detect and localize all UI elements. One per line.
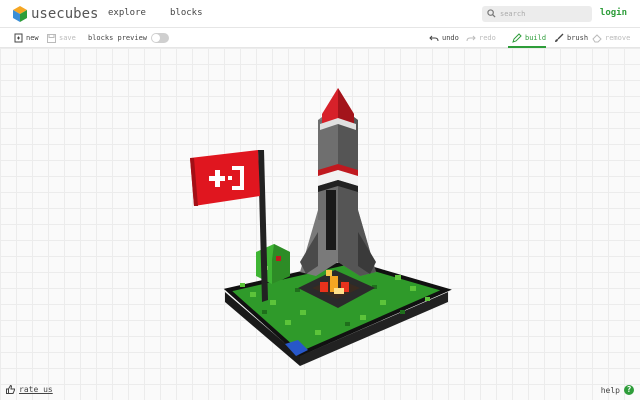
- brand-name: usecubes: [31, 6, 99, 22]
- redo-icon: [466, 35, 476, 41]
- brush-icon: [555, 33, 564, 42]
- voxel-model: [190, 88, 452, 366]
- help-label: help: [600, 385, 620, 395]
- undo-label: undo: [442, 34, 459, 42]
- rate-us-link[interactable]: rate us: [6, 385, 53, 394]
- login-link[interactable]: login: [600, 8, 627, 18]
- build-label: build: [525, 34, 547, 42]
- new-label: new: [26, 34, 39, 42]
- blocks-preview-toggle[interactable]: blocks preview: [88, 32, 170, 44]
- search-box: [482, 6, 592, 22]
- eraser-icon: [592, 34, 602, 43]
- undo-button[interactable]: undo: [429, 32, 459, 44]
- rate-us-label: rate us: [19, 385, 53, 394]
- help-icon: ?: [624, 385, 634, 395]
- undo-icon: [429, 35, 439, 41]
- search-icon: [487, 9, 496, 18]
- rocket: [300, 88, 376, 276]
- flag-pole: [258, 150, 268, 302]
- search-input[interactable]: [500, 7, 588, 21]
- cube-logo-icon: [13, 6, 27, 22]
- remove-label: remove: [605, 34, 631, 42]
- thumbs-up-icon: [6, 385, 15, 394]
- nav-blocks[interactable]: blocks: [170, 8, 203, 18]
- blocks-preview-label: blocks preview: [88, 34, 148, 42]
- save-icon: [47, 33, 56, 43]
- top-bar: usecubes explore blocks login: [0, 0, 640, 28]
- redo-button[interactable]: redo: [466, 32, 496, 44]
- brush-label: brush: [567, 34, 589, 42]
- new-button[interactable]: new: [14, 32, 39, 44]
- help-link[interactable]: help ?: [601, 385, 634, 395]
- toggle-switch[interactable]: [151, 33, 170, 43]
- pencil-icon: [512, 33, 522, 43]
- nav-explore[interactable]: explore: [108, 8, 146, 18]
- toolbar: new save blocks preview undo redo build: [0, 28, 640, 48]
- save-label: save: [59, 34, 76, 42]
- new-file-icon: [14, 33, 23, 43]
- redo-label: redo: [479, 34, 496, 42]
- remove-tool-button[interactable]: remove: [592, 32, 630, 44]
- editor-canvas[interactable]: [0, 48, 640, 400]
- build-tool-button[interactable]: build: [512, 32, 546, 44]
- logo[interactable]: usecubes: [13, 5, 98, 23]
- save-button[interactable]: save: [47, 32, 76, 44]
- flag: [190, 150, 268, 302]
- brush-tool-button[interactable]: brush: [554, 32, 588, 44]
